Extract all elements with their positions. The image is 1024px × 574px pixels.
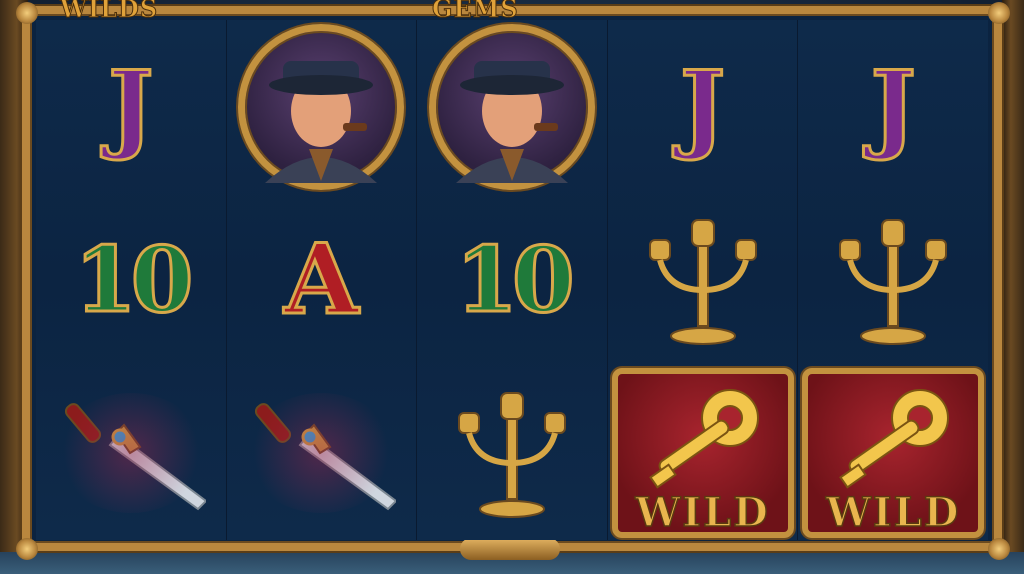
reel-cell: 10 bbox=[36, 193, 226, 366]
background-right-edge bbox=[1002, 0, 1024, 574]
detective-portrait-icon bbox=[238, 23, 405, 190]
reel-cell: J bbox=[798, 20, 988, 193]
letter-j-icon: J bbox=[678, 49, 726, 163]
wild-label: WILD bbox=[825, 488, 961, 537]
reel-2: A bbox=[226, 20, 418, 540]
reel-1: J 10 bbox=[36, 20, 227, 540]
reel-grid: J 10 A 10 J WILD J WILD bbox=[36, 20, 988, 540]
frame-corner-ornament bbox=[16, 538, 38, 560]
candelabra-icon bbox=[457, 391, 566, 518]
candelabra-icon bbox=[839, 218, 948, 345]
reel-cell: J bbox=[36, 20, 226, 193]
reel-cell: A bbox=[227, 193, 417, 366]
candelabra-icon bbox=[648, 218, 757, 345]
frame-corner-ornament bbox=[16, 2, 38, 24]
reel-cell bbox=[227, 366, 417, 539]
detective-portrait-icon bbox=[428, 23, 595, 190]
reel-5: J WILD bbox=[798, 20, 988, 540]
reel-cell bbox=[227, 20, 417, 193]
wild-label: WILD bbox=[635, 488, 770, 537]
frame-corner-ornament bbox=[988, 538, 1010, 560]
reel-3: 10 bbox=[417, 20, 608, 540]
reel-cell: 10 bbox=[417, 193, 607, 366]
letter-a-icon: A bbox=[283, 222, 361, 336]
reel-cell bbox=[36, 366, 226, 539]
reel-cell bbox=[608, 193, 798, 366]
key-wild-icon: WILD bbox=[611, 367, 794, 538]
letter-j-icon: J bbox=[869, 49, 917, 163]
ten-icon: 10 bbox=[454, 226, 576, 333]
reel-cell bbox=[798, 193, 988, 366]
frame-bottom-ornament bbox=[460, 538, 560, 560]
key-wild-icon: WILD bbox=[802, 367, 985, 538]
reel-cell: J bbox=[608, 20, 798, 193]
reel-cell: WILD bbox=[608, 366, 798, 539]
reel-cell: WILD bbox=[798, 366, 988, 539]
ten-icon: 10 bbox=[73, 226, 195, 333]
reel-4: J WILD bbox=[607, 20, 799, 540]
reel-cell bbox=[417, 366, 607, 539]
reel-cell bbox=[417, 20, 607, 193]
frame-corner-ornament bbox=[988, 2, 1010, 24]
letter-j-icon: J bbox=[107, 49, 155, 163]
